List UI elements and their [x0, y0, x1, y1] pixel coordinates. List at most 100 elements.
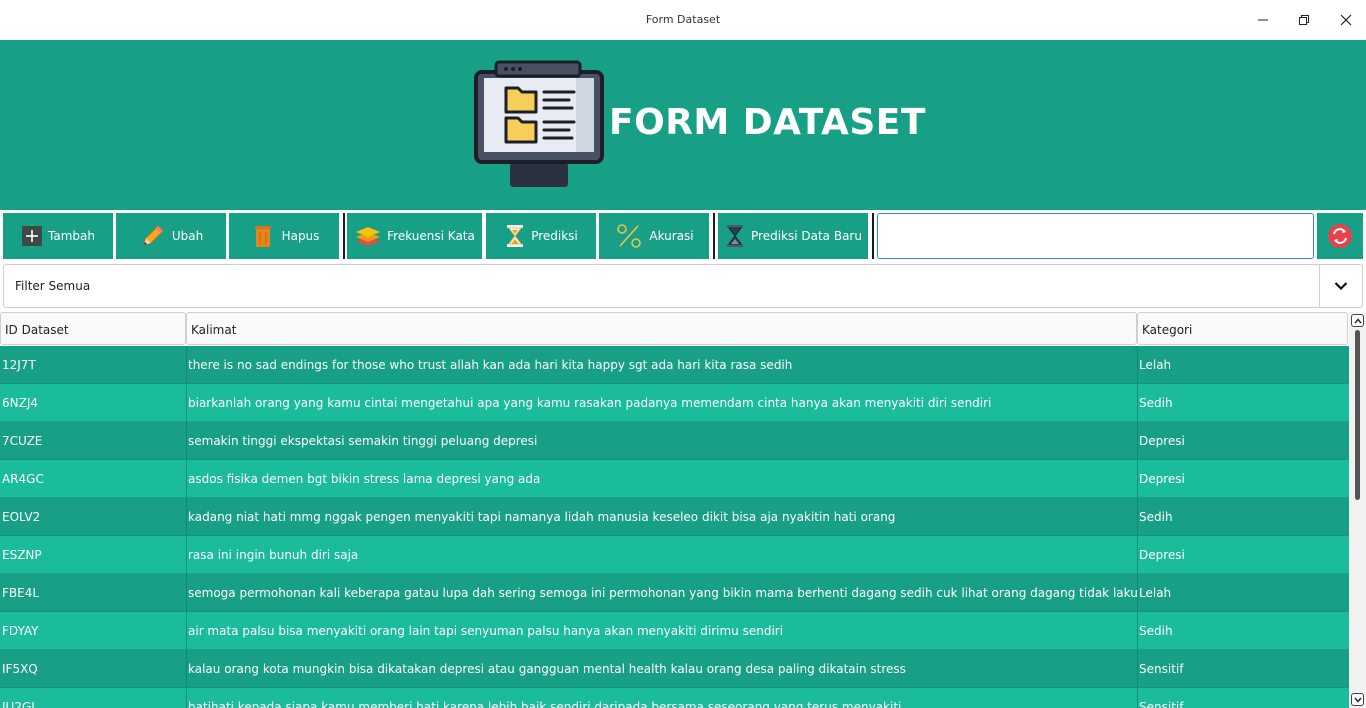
filter-dropdown[interactable]: Filter Semua — [3, 264, 1363, 308]
table-row[interactable]: 12J7T there is no sad endings for those w… — [0, 346, 1349, 384]
cell-kalimat: there is no sad endings for those who tr… — [188, 358, 793, 372]
cell-kalimat: kalau orang kota mungkin bisa dikatakan … — [188, 662, 906, 676]
table-row[interactable]: AR4GC asdos fisika demen bgt bikin stress… — [0, 460, 1349, 498]
cell-id: 7CUZE — [2, 434, 43, 448]
cell-id: IF5XQ — [2, 662, 38, 676]
table-row[interactable]: FBE4L semoga permohonan kali keberapa gat… — [0, 574, 1349, 612]
column-divider — [186, 460, 187, 498]
cell-kategori: Depresi — [1139, 548, 1185, 562]
hourglass-icon — [504, 225, 526, 247]
scroll-up-button[interactable] — [1351, 314, 1364, 327]
cell-kategori: Depresi — [1139, 472, 1185, 486]
column-divider — [1137, 460, 1138, 498]
table-row[interactable]: IU2GL hatihati kepada siapa kamu memberi … — [0, 688, 1349, 708]
cell-id: 12J7T — [2, 358, 36, 372]
dropdown-toggle[interactable] — [1319, 265, 1362, 307]
prediksi-data-baru-button[interactable]: Prediksi Data Baru — [718, 213, 868, 259]
cell-kalimat: asdos fisika demen bgt bikin stress lama… — [188, 472, 541, 486]
column-divider — [1137, 384, 1138, 422]
cell-id: AR4GC — [2, 472, 44, 486]
column-divider — [186, 612, 187, 650]
column-divider — [186, 574, 187, 612]
chevron-down-icon — [1334, 282, 1348, 291]
cell-kalimat: air mata palsu bisa menyakiti orang lain… — [188, 624, 784, 638]
hapus-button[interactable]: Hapus — [229, 213, 339, 259]
minimize-button[interactable] — [1243, 6, 1283, 34]
column-divider — [186, 536, 187, 574]
hapus-label: Hapus — [281, 229, 320, 243]
tambah-label: Tambah — [48, 229, 95, 243]
cell-id: FBE4L — [2, 586, 40, 600]
table-row[interactable]: ESZNP rasa ini ingin bunuh diri saja Depre… — [0, 536, 1349, 574]
column-divider — [186, 688, 187, 708]
column-divider — [1137, 422, 1138, 460]
plus-icon — [21, 225, 43, 247]
minimize-icon — [1258, 19, 1268, 21]
column-divider — [186, 498, 187, 536]
cell-id: ESZNP — [2, 548, 42, 562]
cell-kategori: Sedih — [1139, 510, 1173, 524]
close-button[interactable] — [1326, 6, 1366, 34]
refresh-button[interactable] — [1317, 213, 1363, 259]
search-input[interactable] — [877, 213, 1314, 259]
cell-id: FDYAY — [2, 624, 39, 638]
column-divider — [1137, 688, 1138, 708]
cell-kalimat: hatihati kepada siapa kamu memberi hati … — [188, 700, 902, 708]
akurasi-button[interactable]: Akurasi — [599, 213, 709, 259]
table-row[interactable]: IF5XQ kalau orang kota mungkin bisa dikat… — [0, 650, 1349, 688]
filter-selected-value: Filter Semua — [15, 279, 91, 293]
cell-kalimat: kadang niat hati mmg nggak pengen menyak… — [188, 510, 896, 524]
cell-kalimat: rasa ini ingin bunuh diri saja — [188, 548, 359, 562]
trash-icon — [249, 225, 277, 247]
table-row[interactable]: 6NZJ4 biarkanlah orang yang kamu cintai m… — [0, 384, 1349, 422]
ubah-button[interactable]: Ubah — [116, 213, 226, 259]
cell-kategori: Depresi — [1139, 434, 1185, 448]
restore-icon — [1299, 15, 1309, 25]
dataset-monitor-icon — [474, 60, 604, 194]
prediksi-button[interactable]: Prediksi — [486, 213, 596, 259]
column-divider — [186, 346, 187, 384]
cell-kategori: Sedih — [1139, 624, 1173, 638]
hourglass-dark-icon — [724, 225, 746, 247]
table-row[interactable]: FDYAY air mata palsu bisa menyakiti orang… — [0, 612, 1349, 650]
title-bar: Form Dataset — [0, 0, 1366, 40]
prediksi-label: Prediksi — [531, 229, 578, 243]
chevron-down-icon — [1353, 697, 1362, 703]
column-divider — [186, 650, 187, 688]
cell-kategori: Sensitif — [1139, 662, 1184, 676]
column-header-kalimat[interactable]: Kalimat — [186, 312, 1137, 345]
table-row[interactable]: EOLV2 kadang niat hati mmg nggak pengen m… — [0, 498, 1349, 536]
column-header-id[interactable]: ID Dataset — [0, 312, 186, 345]
tambah-button[interactable]: Tambah — [3, 213, 113, 259]
vertical-scrollbar[interactable] — [1349, 312, 1366, 708]
refresh-icon — [1328, 224, 1352, 248]
chevron-up-icon — [1353, 317, 1362, 323]
banner-title: FORM DATASET — [609, 102, 926, 143]
akurasi-label: Akurasi — [649, 229, 694, 243]
column-divider — [186, 384, 187, 422]
ubah-label: Ubah — [171, 229, 204, 243]
prediksi-data-baru-label: Prediksi Data Baru — [751, 229, 862, 243]
scroll-down-button[interactable] — [1351, 693, 1364, 706]
cell-kalimat: semakin tinggi ekspektasi semakin tinggi… — [188, 434, 538, 448]
toolbar-separator — [872, 213, 874, 259]
table-row[interactable]: 7CUZE semakin tinggi ekspektasi semakin t… — [0, 422, 1349, 460]
cell-kalimat: semoga permohonan kali keberapa gatau lu… — [188, 586, 1137, 600]
column-header-kategori[interactable]: Kategori — [1137, 312, 1348, 345]
column-divider — [1137, 498, 1138, 536]
column-divider — [1137, 574, 1138, 612]
frekuensi-kata-button[interactable]: Frekuensi Kata — [347, 213, 482, 259]
header-banner: FORM DATASET — [0, 40, 1366, 210]
toolbar-separator — [343, 213, 345, 259]
column-divider — [186, 422, 187, 460]
column-divider — [1137, 612, 1138, 650]
window-title: Form Dataset — [645, 13, 721, 26]
pencil-icon — [139, 225, 167, 247]
scroll-thumb[interactable] — [1355, 330, 1360, 500]
cell-kategori: Lelah — [1139, 586, 1172, 600]
restore-button[interactable] — [1284, 6, 1324, 34]
app-window: Form Dataset FORM DATASET Tambah Ubah Ha… — [0, 0, 1366, 708]
cell-kategori: Sedih — [1139, 396, 1173, 410]
toolbar-separator — [713, 213, 715, 259]
cell-id: EOLV2 — [2, 510, 41, 524]
